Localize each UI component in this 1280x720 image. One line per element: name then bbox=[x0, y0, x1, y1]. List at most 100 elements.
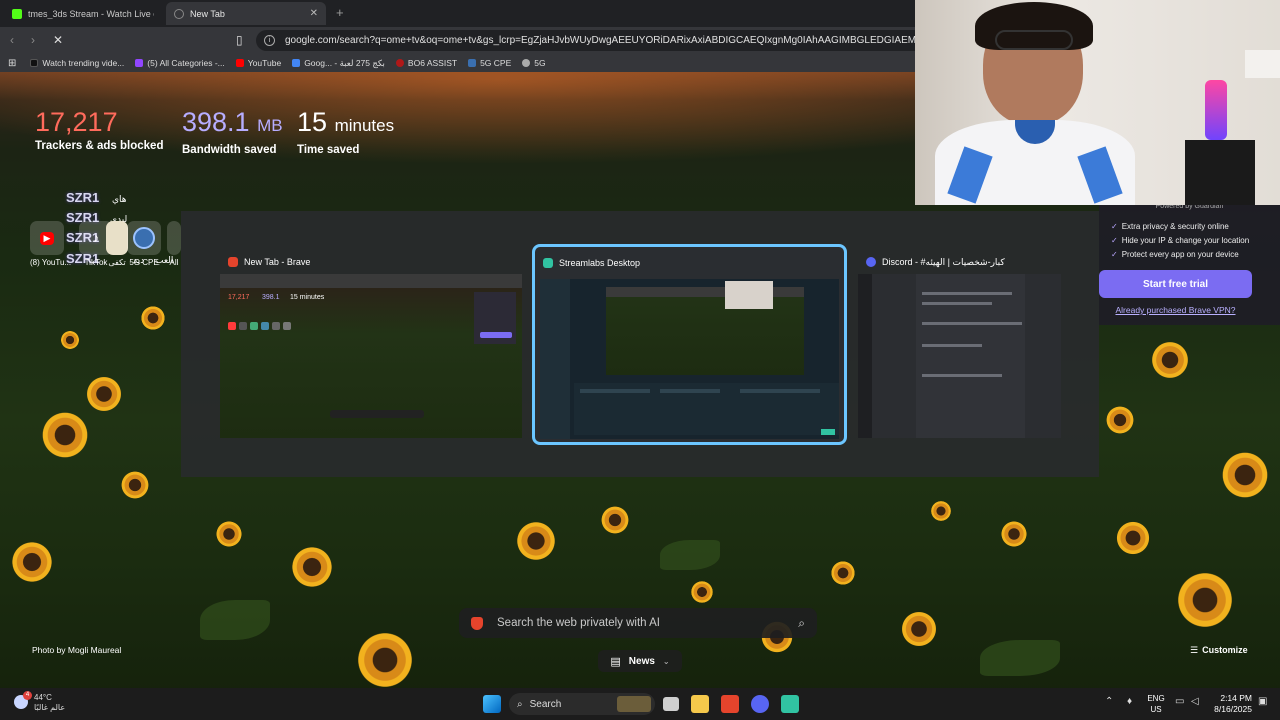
tiktok-icon bbox=[30, 59, 39, 67]
time-stat: 15 minutes Time saved bbox=[297, 106, 394, 156]
news-icon: ▤ bbox=[610, 655, 621, 668]
window-title: Discord - #كبار-شخصيات | الهيئه bbox=[882, 256, 1005, 267]
search-box[interactable]: Search the web privately with AI ⌕ bbox=[459, 608, 817, 638]
bo6-icon bbox=[395, 59, 404, 67]
forward-icon[interactable]: › bbox=[31, 33, 35, 47]
toolbar: ‹ › ✕ ▯ i google.com/search?q=ome+tv&oq=… bbox=[0, 27, 915, 54]
brave-icon bbox=[228, 257, 238, 267]
windows-start-icon[interactable] bbox=[483, 695, 501, 713]
customize-icon: ☰ bbox=[1190, 645, 1199, 655]
apps-grid-icon[interactable]: ⊞ bbox=[8, 58, 16, 69]
switcher-window-streamlabs[interactable]: Streamlabs Desktop bbox=[532, 244, 847, 445]
vpn-feature: Protect every app on your device bbox=[1111, 250, 1280, 259]
brave-taskbar-icon[interactable] bbox=[721, 695, 739, 713]
time-label: Time saved bbox=[297, 144, 360, 156]
window-thumbnail bbox=[858, 274, 1061, 438]
window-thumbnail bbox=[540, 279, 839, 439]
window-thumbnail: 17,217 398.1 15 minutes bbox=[220, 274, 522, 438]
twitch-icon bbox=[135, 59, 144, 67]
bookmark-twitch[interactable]: (5) All Categories -... bbox=[135, 58, 225, 68]
start-free-trial-button[interactable]: Start free trial bbox=[1099, 270, 1252, 298]
bandwidth-label: Bandwidth saved bbox=[182, 144, 277, 156]
stop-loading-icon[interactable]: ✕ bbox=[53, 33, 63, 47]
bookmark-bo6-assist[interactable]: BO6 ASSIST bbox=[395, 58, 457, 68]
weather-widget[interactable]: 4 44°C عالم غالبًا bbox=[14, 691, 66, 713]
notifications-icon[interactable]: ▣ bbox=[1258, 696, 1267, 707]
window-title: Streamlabs Desktop bbox=[559, 258, 641, 268]
5g-cpe-icon bbox=[127, 221, 161, 255]
task-view-icon[interactable] bbox=[663, 697, 679, 711]
new-tab-plus-icon[interactable]: + bbox=[336, 5, 344, 20]
loading-icon bbox=[174, 8, 184, 19]
bandwidth-stat: 398.1 MB Bandwidth saved bbox=[182, 106, 283, 156]
microphone-icon[interactable]: ♦ bbox=[1127, 696, 1132, 707]
site-info-icon[interactable]: i bbox=[264, 35, 275, 46]
bandwidth-value: 398.1 bbox=[182, 107, 250, 137]
szr-overlay-text: SZR1 bbox=[66, 190, 100, 205]
trackers-stat: 17,217 Trackers & ads blocked bbox=[35, 106, 163, 152]
bandwidth-unit: MB bbox=[257, 116, 283, 135]
search-placeholder: Search the web privately with AI bbox=[497, 617, 660, 629]
weather-temp: 44°C bbox=[34, 693, 52, 702]
customize-button[interactable]: ☰ Customize bbox=[1190, 645, 1248, 656]
bookmark-youtube[interactable]: YouTube bbox=[235, 58, 281, 68]
brave-logo-icon bbox=[471, 616, 483, 630]
shortcut-youtube[interactable]: ▶ (8) YouTu... bbox=[30, 221, 71, 267]
youtube-icon: ▶ bbox=[30, 221, 64, 255]
vpn-feature: Extra privacy & security online bbox=[1111, 222, 1280, 231]
tab-kick-stream[interactable]: tmes_3ds Stream - Watch Live on Ki bbox=[4, 2, 162, 25]
switcher-window-discord[interactable]: Discord - #كبار-شخصيات | الهيئه bbox=[858, 250, 1061, 438]
globe-icon bbox=[522, 59, 531, 67]
shortcut-all[interactable]: All bbox=[167, 221, 181, 267]
streamlabs-icon bbox=[543, 258, 553, 268]
trackers-label: Trackers & ads blocked bbox=[35, 140, 164, 152]
tab-strip: tmes_3ds Stream - Watch Live on Ki New T… bbox=[0, 0, 915, 27]
discord-icon bbox=[866, 257, 876, 267]
bookmark-icon[interactable]: ▯ bbox=[236, 33, 243, 47]
window-title: New Tab - Brave bbox=[244, 257, 311, 267]
arabic-overlay-text: هاي bbox=[112, 194, 127, 204]
back-icon[interactable]: ‹ bbox=[10, 33, 14, 47]
youtube-icon bbox=[235, 59, 244, 67]
bookmark-tiktok[interactable]: Watch trending vide... bbox=[30, 58, 124, 68]
takfa-icon bbox=[106, 221, 128, 255]
volume-icon[interactable]: ◁ bbox=[1191, 696, 1199, 707]
taskbar-search[interactable]: ⌕ Search bbox=[509, 693, 655, 715]
streamlabs-taskbar-icon[interactable] bbox=[781, 695, 799, 713]
google-drive-icon bbox=[292, 59, 301, 67]
network-icon[interactable]: ▭ bbox=[1175, 696, 1184, 707]
bookmarks-bar: ⊞ Watch trending vide... (5) All Categor… bbox=[0, 54, 915, 72]
bookmark-5g[interactable]: 5G bbox=[522, 58, 546, 68]
vpn-feature: Hide your IP & change your location bbox=[1111, 236, 1280, 245]
windows-taskbar: 4 44°C عالم غالبًا ⌕ Search ⌃ ♦ ENG US ▭… bbox=[0, 688, 1280, 720]
bookmark-google-drive[interactable]: Goog... - بكج 275 لعبة bbox=[292, 58, 385, 69]
time-unit: minutes bbox=[334, 116, 395, 135]
system-clock[interactable]: 2:14 PM 8/16/2025 bbox=[1208, 693, 1252, 715]
search-highlight-icon bbox=[617, 696, 651, 712]
file-explorer-icon[interactable] bbox=[691, 695, 709, 713]
chevron-up-icon[interactable]: ⌃ bbox=[1105, 696, 1113, 707]
all-icon bbox=[167, 221, 181, 255]
search-icon: ⌕ bbox=[517, 698, 523, 710]
already-purchased-link[interactable]: Already purchased Brave VPN? bbox=[1099, 305, 1252, 315]
language-indicator[interactable]: ENG US bbox=[1146, 693, 1166, 715]
news-button[interactable]: ▤ News ⌄ bbox=[598, 650, 682, 672]
switcher-window-brave[interactable]: New Tab - Brave 17,217 398.1 15 minutes bbox=[220, 250, 522, 438]
search-icon[interactable]: ⌕ bbox=[798, 616, 805, 631]
notification-badge: 4 bbox=[23, 691, 32, 700]
discord-taskbar-icon[interactable] bbox=[751, 695, 769, 713]
tab-title: New Tab bbox=[190, 8, 225, 19]
photo-credit[interactable]: Photo by Mogli Maureal bbox=[32, 645, 121, 655]
address-bar[interactable]: i google.com/search?q=ome+tv&oq=ome+tv&g… bbox=[256, 30, 915, 51]
chevron-down-icon: ⌄ bbox=[662, 656, 670, 666]
close-tab-icon[interactable]: ✕ bbox=[310, 8, 318, 19]
5g-cpe-icon bbox=[468, 59, 477, 67]
weather-desc: عالم غالبًا bbox=[34, 703, 66, 712]
url-text: google.com/search?q=ome+tv&oq=ome+tv&gs_… bbox=[285, 35, 915, 46]
bookmark-5g-cpe[interactable]: 5G CPE bbox=[468, 58, 511, 68]
tab-new-tab[interactable]: New Tab ✕ bbox=[166, 2, 326, 25]
shortcut-5g-cpe[interactable]: 5G CPE bbox=[127, 221, 161, 267]
tab-title: tmes_3ds Stream - Watch Live on Ki bbox=[28, 8, 154, 19]
trackers-count: 17,217 bbox=[35, 107, 118, 137]
webcam-overlay bbox=[915, 0, 1280, 205]
